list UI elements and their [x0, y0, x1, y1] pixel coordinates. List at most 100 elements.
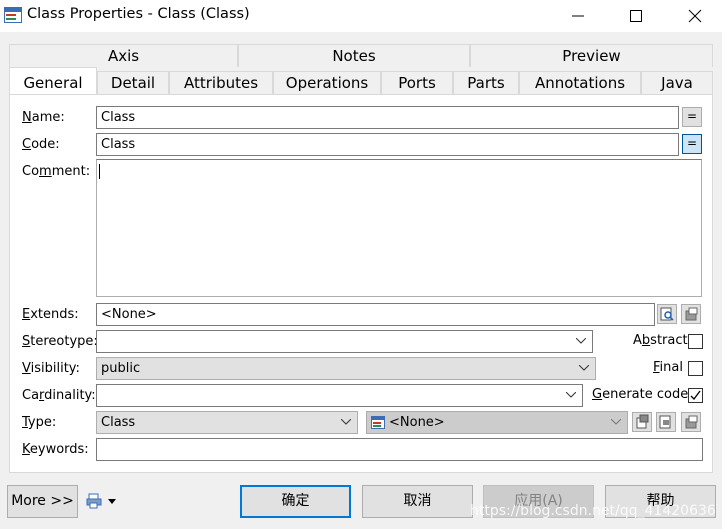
abstract-label-pre: A: [633, 333, 642, 348]
abstract-label-text: stract: [650, 333, 688, 348]
cardinality-label-pre: Ca: [22, 388, 40, 403]
comment-label-pre: Co: [22, 164, 40, 179]
generate-code-label-mnemonic: G: [592, 387, 603, 402]
maximize-button[interactable]: [613, 0, 659, 32]
select-classifier-button[interactable]: [656, 412, 676, 432]
ok-button[interactable]: 确定: [240, 485, 351, 518]
final-label-text: inal: [659, 360, 683, 375]
name-input[interactable]: Class: [96, 106, 679, 129]
visibility-label-text: isibility:: [30, 361, 80, 376]
tab-axis[interactable]: Axis: [9, 44, 238, 67]
visibility-label-mnemonic: V: [22, 361, 31, 376]
chevron-down-icon: [341, 419, 351, 425]
extends-select-button[interactable]: [657, 304, 677, 324]
classifier-properties-button[interactable]: [681, 412, 701, 432]
code-input[interactable]: Class: [96, 133, 679, 156]
properties-icon: [685, 307, 698, 321]
type-value: Class: [101, 415, 136, 430]
properties-icon: [685, 415, 698, 429]
comment-label-mnemonic: m: [39, 164, 52, 179]
name-label-text: ame:: [31, 110, 65, 125]
close-button[interactable]: [672, 0, 718, 32]
tab-annotations[interactable]: Annotations: [519, 71, 641, 94]
caret-down-icon: [108, 499, 116, 504]
type-combo[interactable]: Class: [96, 411, 358, 434]
classifier-value: <None>: [389, 415, 445, 430]
printer-icon: [86, 493, 102, 509]
tab-ports[interactable]: Ports: [381, 71, 453, 94]
maximize-icon: [630, 10, 642, 22]
cardinality-combo[interactable]: [96, 384, 583, 407]
chevron-down-icon: [576, 338, 586, 344]
tab-attributes[interactable]: Attributes: [169, 71, 273, 94]
watermark: https://blog.csdn.net/qq_41420636: [470, 503, 716, 519]
extends-input[interactable]: <None>: [96, 303, 655, 326]
code-label-mnemonic: C: [22, 137, 32, 152]
minimize-icon: [572, 15, 584, 17]
close-icon: [688, 9, 702, 23]
visibility-label: Visibility:: [22, 361, 80, 376]
code-label-text: ode:: [31, 137, 60, 152]
more-button[interactable]: More >>: [7, 485, 78, 518]
select-object-icon: [659, 415, 671, 429]
type-label: Type:: [22, 415, 56, 430]
chevron-down-icon: [566, 392, 576, 398]
tab-row-back: Axis Notes Preview: [9, 44, 713, 67]
tab-detail[interactable]: Detail: [97, 71, 169, 94]
final-label: Final: [653, 360, 683, 375]
window-title: Class Properties - Class (Class): [27, 6, 250, 22]
tab-notes[interactable]: Notes: [238, 44, 470, 67]
select-object-icon: [660, 307, 674, 321]
text-caret: [99, 164, 100, 179]
name-equal-button[interactable]: =: [682, 107, 702, 127]
tab-general[interactable]: General: [9, 67, 97, 94]
keywords-input[interactable]: [96, 438, 703, 461]
tab-operations[interactable]: Operations: [273, 71, 381, 94]
cancel-button[interactable]: 取消: [362, 485, 473, 518]
classifier-combo[interactable]: <None>: [366, 411, 628, 434]
minimize-button[interactable]: [555, 0, 601, 32]
extends-label-text: xtends:: [30, 307, 79, 322]
keywords-label-text: eywords:: [29, 442, 89, 457]
stereotype-combo[interactable]: [96, 330, 593, 353]
print-menu-button[interactable]: [86, 493, 120, 511]
name-label-mnemonic: N: [22, 110, 32, 125]
cardinality-label: Cardinality:: [22, 388, 96, 403]
type-label-text: ype:: [27, 415, 57, 430]
extends-properties-button[interactable]: [681, 304, 701, 324]
comment-label: Comment:: [22, 164, 90, 179]
tab-preview[interactable]: Preview: [470, 44, 713, 67]
keywords-label-mnemonic: K: [22, 442, 30, 457]
class-window-icon: [4, 7, 22, 23]
code-equal-button[interactable]: =: [682, 134, 702, 154]
abstract-label-mnemonic: b: [641, 333, 651, 348]
abstract-label: Abstract: [633, 333, 688, 348]
name-label: Name:: [22, 110, 65, 125]
chevron-down-icon: [579, 365, 589, 371]
general-tab-panel: Name: Class = Code: Class = Comment: Ext…: [9, 94, 713, 473]
code-label: Code:: [22, 137, 60, 152]
cardinality-label-text: dinality:: [44, 388, 96, 403]
tab-parts[interactable]: Parts: [453, 71, 519, 94]
generate-code-checkbox[interactable]: [688, 388, 703, 403]
stereotype-label: Stereotype:: [22, 334, 98, 349]
chevron-down-icon: [611, 419, 621, 425]
visibility-value: public: [101, 361, 141, 376]
title-bar: Class Properties - Class (Class): [0, 0, 722, 32]
class-icon: [371, 416, 385, 429]
generate-code-label: Generate code: [592, 387, 688, 402]
keywords-label: Keywords:: [22, 442, 89, 457]
extends-label: Extends:: [22, 307, 79, 322]
checkmark-icon: [690, 390, 701, 400]
generate-code-label-text: enerate code: [602, 387, 689, 402]
comment-label-text: ment:: [51, 164, 91, 179]
visibility-combo[interactable]: public: [96, 357, 596, 380]
extends-label-mnemonic: E: [22, 307, 31, 322]
create-classifier-button[interactable]: [632, 412, 652, 432]
comment-textarea[interactable]: [96, 159, 702, 297]
new-object-icon: [636, 414, 649, 429]
final-checkbox[interactable]: [688, 361, 703, 376]
stereotype-label-text: tereotype:: [30, 334, 98, 349]
abstract-checkbox[interactable]: [688, 334, 703, 349]
tab-java[interactable]: Java: [641, 71, 713, 94]
